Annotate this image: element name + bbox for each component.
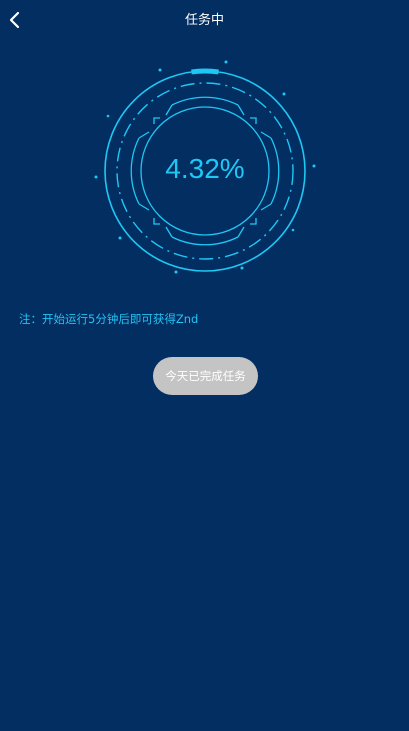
task-completed-button[interactable]: 今天已完成任务 [153,357,258,395]
page-title: 任务中 [184,13,224,28]
progress-percent: 4.32% [165,153,245,184]
nav-bar: 任务中 [0,0,409,42]
reward-note: 注：开始运行5分钟后即可获得Znd [19,312,199,326]
progress-arc [191,68,219,75]
progress-dial: 4.32% [90,56,320,286]
